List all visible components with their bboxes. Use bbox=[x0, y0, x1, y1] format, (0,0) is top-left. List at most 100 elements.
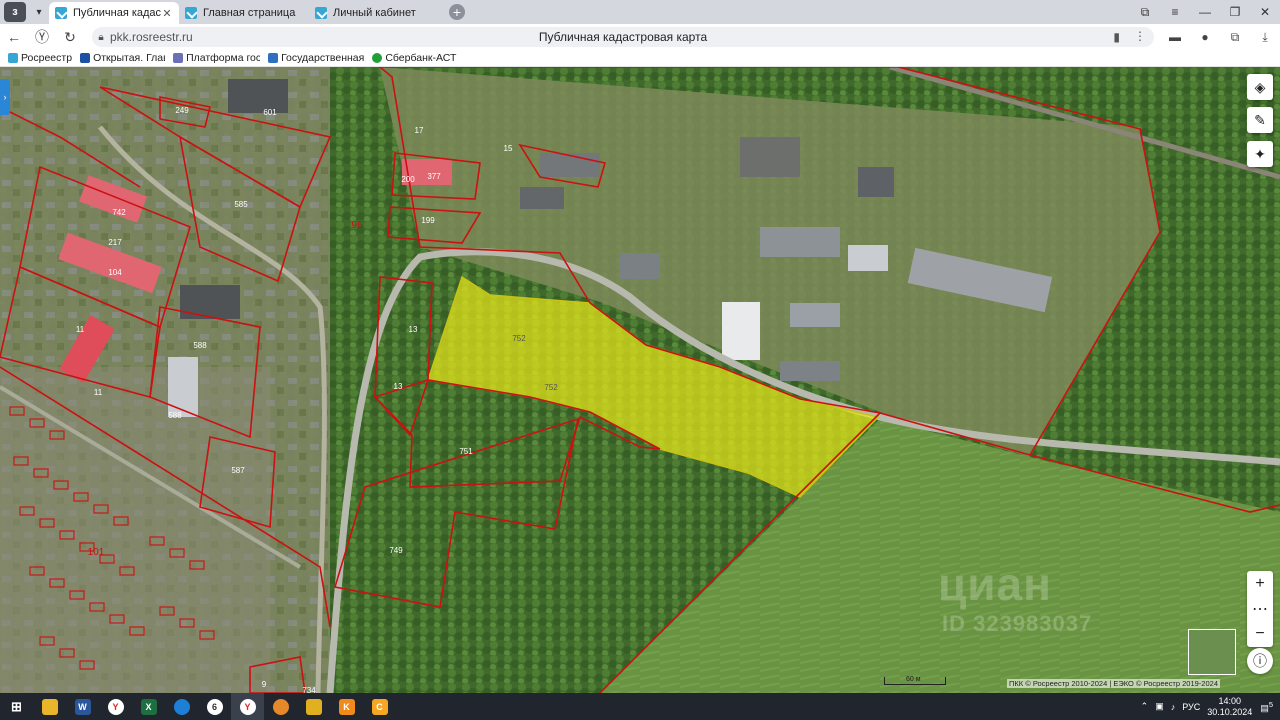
parcel-label-587: 587 bbox=[231, 466, 245, 475]
close-window-icon[interactable]: ✕ bbox=[1250, 0, 1280, 24]
taskbar-app-blue[interactable] bbox=[165, 693, 198, 720]
taskbar-app-c[interactable]: C bbox=[363, 693, 396, 720]
bookmark-label: Открытая. Главная bbox=[93, 52, 165, 64]
chevron-down-icon[interactable]: ▾ bbox=[29, 2, 49, 22]
browser-menu-icon[interactable]: ≡ bbox=[1160, 0, 1190, 24]
taskbar-app-6[interactable]: 6 bbox=[198, 693, 231, 720]
bookmark-rosreestr[interactable]: Росреестр bbox=[8, 52, 72, 64]
parcel-label-11: 11 bbox=[94, 388, 103, 397]
tab-pkk[interactable]: Публичная кадастровая ✕ bbox=[49, 2, 179, 24]
minimap[interactable] bbox=[1188, 629, 1236, 675]
language-indicator[interactable]: РУС bbox=[1182, 702, 1200, 712]
parcel-label-13: 13 bbox=[394, 382, 403, 391]
parcel-label-104: 104 bbox=[108, 268, 122, 277]
building bbox=[740, 137, 800, 177]
taskbar-yandex[interactable]: Y bbox=[99, 693, 132, 720]
word-icon: W bbox=[74, 698, 91, 715]
volume-icon[interactable]: ♪ bbox=[1171, 702, 1176, 712]
notifications-icon[interactable]: ▤5 bbox=[1260, 700, 1273, 714]
bookmark-label: Государственная bbox=[281, 52, 365, 64]
bookmark-gov[interactable]: Государственная bbox=[268, 52, 364, 64]
parcel-label-588: 588 bbox=[193, 341, 207, 350]
windows-logo-icon: ⊞ bbox=[11, 698, 22, 714]
taskbar-word[interactable]: W bbox=[66, 693, 99, 720]
parcel-label-377: 377 bbox=[427, 172, 441, 181]
bookmark-label: Росреестр bbox=[21, 52, 73, 64]
bookmarks-bar: Росреестр Открытая. Главная Платформа го… bbox=[0, 50, 1280, 67]
watermark-id: ID 323983037 bbox=[942, 611, 1093, 636]
bookmark-sberbank-ast[interactable]: Сбербанк-АСТ - Э bbox=[372, 52, 457, 64]
building bbox=[790, 303, 840, 327]
start-button[interactable]: ⊞ bbox=[0, 693, 33, 720]
yandex-logo-icon[interactable]: Ⓨ bbox=[28, 27, 56, 47]
taskbar-yandex-active[interactable]: Y bbox=[231, 693, 264, 720]
gov-icon bbox=[268, 53, 279, 63]
windows-taskbar: ⊞ W Y X 6 Y K C ⌃ ▣ ♪ РУС 14:00 30.10.20… bbox=[0, 693, 1280, 720]
parcel-label-17: 17 bbox=[415, 126, 424, 135]
extension-icon[interactable]: ▬ bbox=[1160, 30, 1190, 44]
yandex-menu-button[interactable]: з bbox=[4, 2, 26, 22]
tab-title: Главная страница bbox=[203, 7, 296, 19]
building bbox=[520, 187, 564, 209]
taskbar-app-k[interactable]: K bbox=[330, 693, 363, 720]
tab-main-page[interactable]: Главная страница bbox=[179, 2, 309, 24]
maximize-icon[interactable]: ❐ bbox=[1220, 0, 1250, 24]
app-icon bbox=[272, 698, 289, 715]
taskbar-excel[interactable]: X bbox=[132, 693, 165, 720]
info-icon[interactable]: ⓘ bbox=[1247, 648, 1273, 674]
scale-label: 60 м bbox=[906, 676, 921, 683]
bookmark-platform[interactable]: Платформа госуд bbox=[173, 52, 260, 64]
ruler-icon[interactable]: ✎ bbox=[1247, 107, 1273, 133]
watermark-brand: циан bbox=[938, 558, 1052, 610]
network-icon[interactable]: ▣ bbox=[1155, 701, 1164, 712]
bookmarks-collection-icon[interactable]: ⧉ bbox=[1130, 0, 1160, 24]
rosreestr-favicon-icon bbox=[55, 7, 67, 19]
minimize-icon[interactable]: — bbox=[1190, 0, 1220, 24]
platform-icon bbox=[173, 53, 184, 63]
taskbar-explorer[interactable] bbox=[33, 693, 66, 720]
app-icon: 6 bbox=[206, 698, 223, 715]
tray-expand-icon[interactable]: ⌃ bbox=[1141, 701, 1149, 712]
building bbox=[228, 79, 288, 113]
downloads-icon[interactable]: ⤓ bbox=[1250, 30, 1280, 45]
locate-icon[interactable]: ✦ bbox=[1247, 141, 1273, 167]
alice-icon[interactable]: ● bbox=[1190, 30, 1220, 44]
cian-watermark: циан ID 323983037 bbox=[938, 557, 1092, 637]
building bbox=[180, 285, 240, 319]
back-arrow-icon[interactable]: ← bbox=[0, 29, 28, 45]
parcel-label-749: 749 bbox=[389, 546, 403, 555]
more-dots-icon[interactable]: ⋮ bbox=[1134, 29, 1146, 43]
bookmark-label: Платформа госуд bbox=[186, 52, 261, 64]
page-title: Публичная кадастровая карта bbox=[538, 30, 708, 44]
parcel-label-601: 601 bbox=[263, 108, 277, 117]
app-icon bbox=[173, 698, 190, 715]
clock[interactable]: 14:00 30.10.2024 bbox=[1207, 696, 1252, 718]
close-icon[interactable]: ✕ bbox=[161, 7, 173, 20]
tab-title: Публичная кадастровая bbox=[73, 7, 161, 19]
rosreestr-favicon-icon bbox=[185, 7, 197, 19]
browser-tab-strip: з ▾ Публичная кадастровая ✕ Главная стра… bbox=[0, 0, 1280, 24]
url-field[interactable]: 🔒︎ pkk.rosreestr.ru Публичная кадастрова… bbox=[92, 27, 1154, 47]
new-tab-plus-icon[interactable]: + bbox=[449, 4, 465, 20]
parcel-label-217: 217 bbox=[108, 238, 122, 247]
zoom-in-icon[interactable]: + bbox=[1247, 571, 1273, 596]
app-icon bbox=[305, 698, 322, 715]
zoom-out-icon[interactable]: − bbox=[1247, 621, 1273, 646]
zoom-more-icon[interactable]: ⋯ bbox=[1247, 596, 1273, 621]
taskbar-app-orange[interactable] bbox=[264, 693, 297, 720]
reload-icon[interactable]: ↻ bbox=[56, 29, 84, 46]
layers-icon[interactable]: ◈ bbox=[1247, 74, 1273, 100]
side-panel-toggle[interactable]: › bbox=[0, 79, 10, 115]
parcel-label-199: 199 bbox=[421, 216, 435, 225]
cadastral-map[interactable]: 752 752 751 749 13 13 96 101 742 217 104… bbox=[0, 67, 1280, 693]
parcel-label-734: 734 bbox=[302, 686, 316, 693]
bookmark-open[interactable]: Открытая. Главная bbox=[80, 52, 165, 64]
sberbank-icon bbox=[372, 53, 383, 63]
parcel-label-588: 588 bbox=[168, 411, 182, 420]
bookmark-icon[interactable]: ▮ bbox=[1113, 30, 1120, 44]
collections-icon[interactable]: ⧉ bbox=[1220, 30, 1250, 45]
taskbar-app-winamp[interactable] bbox=[297, 693, 330, 720]
tab-personal-account[interactable]: Личный кабинет bbox=[309, 2, 439, 24]
parcel-label-249: 249 bbox=[175, 106, 189, 115]
window-controls: ⧉ ≡ — ❐ ✕ bbox=[1130, 0, 1280, 24]
